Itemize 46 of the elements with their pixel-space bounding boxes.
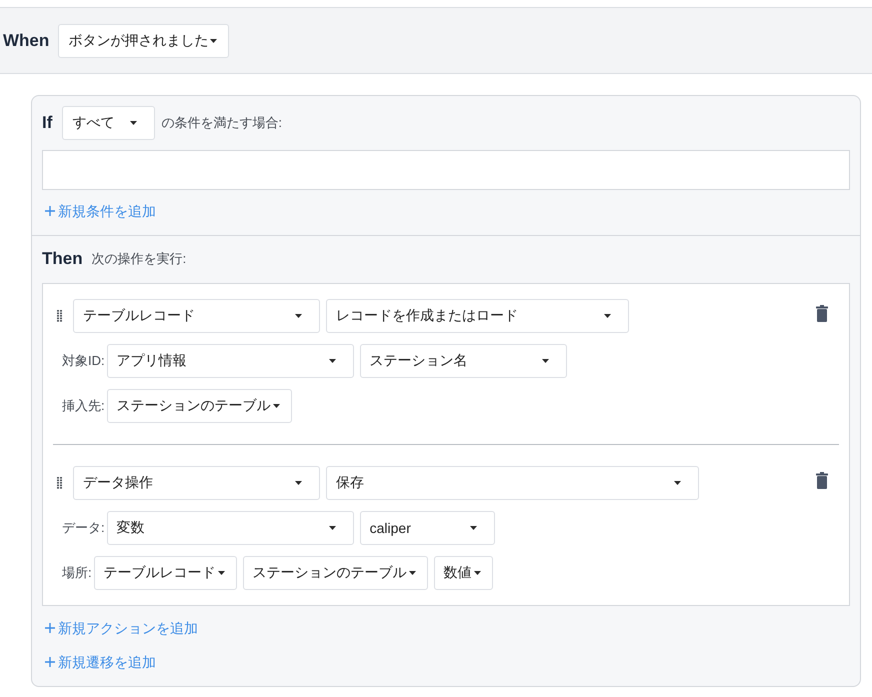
value-dropdown[interactable]: テーブルレコード <box>94 556 237 590</box>
caret-icon <box>272 404 280 408</box>
caret-icon <box>210 38 218 42</box>
delete-button[interactable] <box>816 472 828 489</box>
drag-handle-icon[interactable] <box>57 310 62 322</box>
plus-icon <box>45 623 55 633</box>
section-label: Then <box>42 248 83 270</box>
action-type-dropdown[interactable]: データ操作 <box>73 466 320 500</box>
field-label: データ: <box>62 519 105 537</box>
plus-icon <box>45 206 55 216</box>
event-dropdown[interactable]: ボタンが押されました <box>58 24 230 58</box>
operation-dropdown[interactable]: レコードを作成またはロード <box>326 299 629 333</box>
value-dropdown[interactable]: アプリ情報 <box>106 344 354 378</box>
delete-button[interactable] <box>816 305 828 322</box>
condition-text: の条件を満たす場合: <box>161 114 282 132</box>
value-dropdown[interactable]: ステーション名 <box>360 344 567 378</box>
caret-icon <box>604 314 611 318</box>
caret-icon <box>408 571 416 575</box>
value-dropdown[interactable]: caliper <box>360 511 495 545</box>
operation-dropdown[interactable]: 保存 <box>326 466 699 500</box>
section-label: When <box>3 30 50 52</box>
field-label: 対象ID: <box>62 352 105 370</box>
caret-icon <box>218 571 225 575</box>
caret-icon <box>328 359 336 363</box>
instruction-text: 次の操作を実行: <box>92 250 186 268</box>
value-dropdown[interactable]: 変数 <box>106 511 354 545</box>
field-label: 挿入先: <box>62 397 105 415</box>
section-label: If <box>42 112 52 134</box>
caret-icon <box>542 359 549 363</box>
value-dropdown[interactable]: 数値 <box>434 556 493 590</box>
field-label: 場所: <box>62 564 92 582</box>
caret-icon <box>295 481 302 485</box>
caret-icon <box>328 526 336 530</box>
caret-icon <box>470 526 477 530</box>
caret-icon <box>674 481 681 485</box>
caret-icon <box>474 571 481 575</box>
caret-icon <box>130 121 138 125</box>
drag-handle-icon[interactable] <box>57 477 62 489</box>
match-dropdown[interactable]: すべて <box>62 106 156 140</box>
action-type-dropdown[interactable]: テーブルレコード <box>73 299 320 333</box>
value-dropdown[interactable]: ステーションのテーブル <box>242 556 428 590</box>
trash-icon <box>816 305 828 322</box>
value-dropdown[interactable]: ステーションのテーブル <box>106 389 292 423</box>
caret-icon <box>295 314 302 318</box>
trash-icon <box>816 472 828 489</box>
plus-icon <box>45 657 55 667</box>
